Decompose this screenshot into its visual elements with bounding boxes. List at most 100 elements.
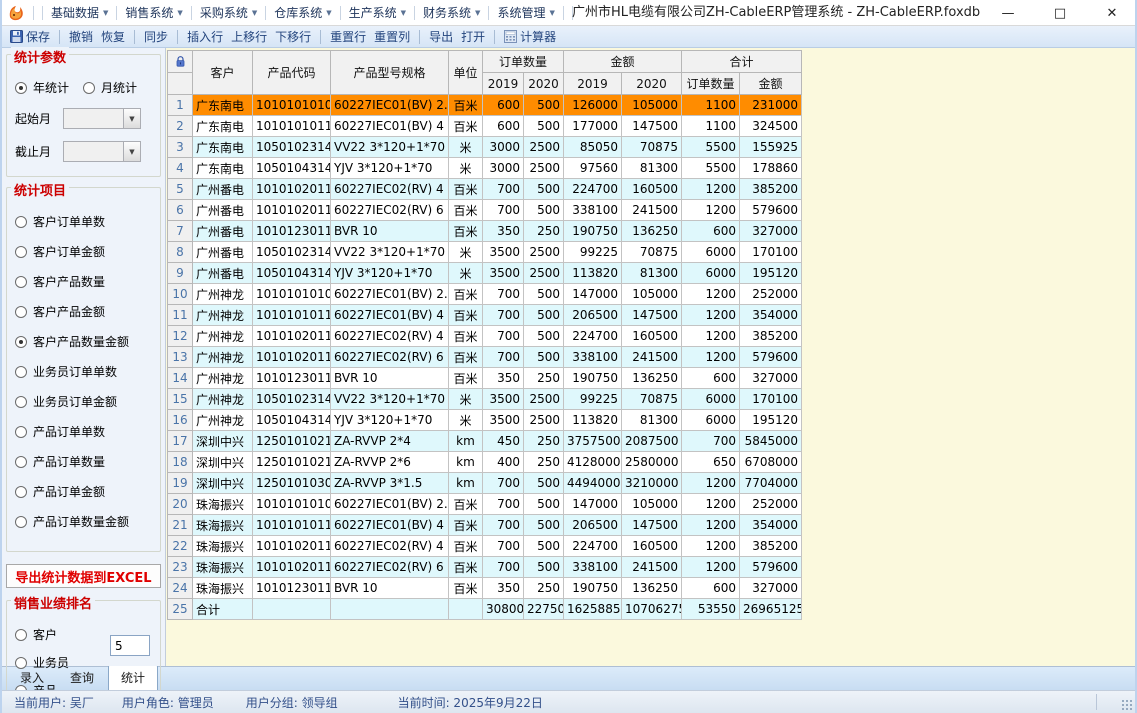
- table-cell[interactable]: 米: [449, 389, 483, 410]
- chevron-down-icon[interactable]: ▼: [123, 142, 140, 161]
- table-cell[interactable]: 百米: [449, 221, 483, 242]
- radio-客户订单单数[interactable]: 客户订单单数: [15, 213, 152, 230]
- table-cell[interactable]: 广州神龙: [193, 410, 253, 431]
- table-cell[interactable]: 百米: [449, 536, 483, 557]
- table-cell[interactable]: 2580000: [622, 452, 682, 473]
- column-header-客户[interactable]: 客户: [193, 51, 253, 95]
- table-cell[interactable]: 500: [524, 305, 564, 326]
- table-cell[interactable]: 5845000: [740, 431, 802, 452]
- table-cell[interactable]: 241500: [622, 200, 682, 221]
- table-cell[interactable]: 385200: [740, 536, 802, 557]
- table-cell[interactable]: 百米: [449, 200, 483, 221]
- table-cell[interactable]: 1100: [682, 116, 740, 137]
- table-cell[interactable]: 广州神龙: [193, 368, 253, 389]
- table-cell[interactable]: 1200: [682, 515, 740, 536]
- table-cell[interactable]: 米: [449, 242, 483, 263]
- table-cell[interactable]: 579600: [740, 200, 802, 221]
- radio-button[interactable]: [15, 657, 27, 669]
- table-cell[interactable]: 10101010111: [253, 515, 331, 536]
- table-cell[interactable]: 3500: [483, 263, 524, 284]
- table-row-8[interactable]: 8广州番电10501023140VV22 3*120+1*70米35002500…: [168, 242, 802, 263]
- row-number-cell[interactable]: 23: [168, 557, 193, 578]
- radio-客户订单金额[interactable]: 客户订单金额: [15, 243, 152, 260]
- radio-业务员订单单数[interactable]: 业务员订单单数: [15, 363, 152, 380]
- table-cell[interactable]: BVR 10: [331, 368, 449, 389]
- table-cell[interactable]: 深圳中兴: [193, 473, 253, 494]
- table-row-5[interactable]: 5广州番电1010102011160227IEC02(RV) 4百米700500…: [168, 179, 802, 200]
- table-cell[interactable]: 广东南电: [193, 95, 253, 116]
- row-number-cell[interactable]: 19: [168, 473, 193, 494]
- table-cell[interactable]: 2500: [524, 242, 564, 263]
- table-cell[interactable]: 广州番电: [193, 221, 253, 242]
- table-cell[interactable]: 广州番电: [193, 242, 253, 263]
- row-number-cell[interactable]: 4: [168, 158, 193, 179]
- table-cell[interactable]: 广州神龙: [193, 347, 253, 368]
- table-cell[interactable]: 广州番电: [193, 263, 253, 284]
- table-cell[interactable]: 650: [682, 452, 740, 473]
- table-cell[interactable]: 600: [682, 578, 740, 599]
- table-cell[interactable]: 81300: [622, 158, 682, 179]
- table-cell[interactable]: 10101010109: [253, 95, 331, 116]
- radio-button[interactable]: [15, 306, 27, 318]
- table-cell[interactable]: 60227IEC02(RV) 4: [331, 326, 449, 347]
- table-row-14[interactable]: 14广州神龙10101230115BVR 10百米350250190750136…: [168, 368, 802, 389]
- radio-button-checked[interactable]: [15, 82, 27, 94]
- radio-button[interactable]: [15, 629, 27, 641]
- table-row-9[interactable]: 9广州番电10501043140YJV 3*120+1*70米350025001…: [168, 263, 802, 284]
- column-group-金额[interactable]: 金额: [564, 51, 682, 73]
- table-cell[interactable]: 1200: [682, 200, 740, 221]
- toolbar-button-打开[interactable]: 打开: [457, 28, 489, 45]
- table-cell[interactable]: 81300: [622, 410, 682, 431]
- table-cell[interactable]: 60227IEC01(BV) 2.5: [331, 494, 449, 515]
- table-cell[interactable]: 350: [483, 578, 524, 599]
- table-cell[interactable]: 600: [682, 368, 740, 389]
- table-row-24[interactable]: 24珠海振兴10101230115BVR 10百米350250190750136…: [168, 578, 802, 599]
- table-cell[interactable]: ZA-RVVP 2*6: [331, 452, 449, 473]
- table-cell[interactable]: 385200: [740, 179, 802, 200]
- table-cell[interactable]: 百米: [449, 494, 483, 515]
- table-cell[interactable]: 10501023140: [253, 389, 331, 410]
- table-row-20[interactable]: 20珠海振兴1010101010960227IEC01(BV) 2.5百米700…: [168, 494, 802, 515]
- table-cell[interactable]: 10501043140: [253, 158, 331, 179]
- table-cell[interactable]: VV22 3*120+1*70: [331, 137, 449, 158]
- combo-截止月[interactable]: ▼: [63, 141, 141, 162]
- table-cell[interactable]: 206500: [564, 515, 622, 536]
- table-cell[interactable]: 70875: [622, 389, 682, 410]
- radio-客户产品数量金额[interactable]: 客户产品数量金额: [15, 333, 152, 350]
- table-cell[interactable]: 10101020113: [253, 347, 331, 368]
- table-cell[interactable]: 70875: [622, 137, 682, 158]
- top-n-input[interactable]: [110, 635, 150, 656]
- table-cell[interactable]: 500: [524, 536, 564, 557]
- toolbar-button-计算器[interactable]: 计算器: [500, 28, 560, 45]
- table-cell[interactable]: 327000: [740, 221, 802, 242]
- table-cell[interactable]: 22750: [524, 599, 564, 620]
- table-row-22[interactable]: 22珠海振兴1010102011160227IEC02(RV) 4百米70050…: [168, 536, 802, 557]
- table-row-2[interactable]: 2广东南电1010101011160227IEC01(BV) 4百米600500…: [168, 116, 802, 137]
- table-cell[interactable]: 2500: [524, 263, 564, 284]
- row-number-cell[interactable]: 15: [168, 389, 193, 410]
- table-cell[interactable]: 327000: [740, 368, 802, 389]
- table-cell[interactable]: 2500: [524, 389, 564, 410]
- row-number-cell[interactable]: 8: [168, 242, 193, 263]
- table-cell[interactable]: ZA-RVVP 3*1.5: [331, 473, 449, 494]
- table-cell[interactable]: 米: [449, 137, 483, 158]
- toolbar-button-恢复[interactable]: 恢复: [97, 28, 129, 45]
- table-cell[interactable]: 12501010213: [253, 452, 331, 473]
- table-cell[interactable]: 252000: [740, 494, 802, 515]
- radio-业务员订单金额[interactable]: 业务员订单金额: [15, 393, 152, 410]
- table-cell[interactable]: 60227IEC01(BV) 4: [331, 116, 449, 137]
- column-header-订单数量-2020[interactable]: 2020: [524, 73, 564, 95]
- close-button[interactable]: ✕: [1101, 6, 1123, 21]
- table-cell[interactable]: 113820: [564, 263, 622, 284]
- radio-button[interactable]: [15, 396, 27, 408]
- table-cell[interactable]: 2087500: [622, 431, 682, 452]
- table-cell[interactable]: 350: [483, 221, 524, 242]
- table-cell[interactable]: 500: [524, 347, 564, 368]
- column-group-订单数量[interactable]: 订单数量: [483, 51, 564, 73]
- table-cell[interactable]: 224700: [564, 536, 622, 557]
- table-cell[interactable]: 500: [524, 200, 564, 221]
- table-cell[interactable]: 53550: [682, 599, 740, 620]
- table-cell[interactable]: [449, 599, 483, 620]
- table-cell[interactable]: 700: [483, 326, 524, 347]
- table-cell[interactable]: 600: [483, 95, 524, 116]
